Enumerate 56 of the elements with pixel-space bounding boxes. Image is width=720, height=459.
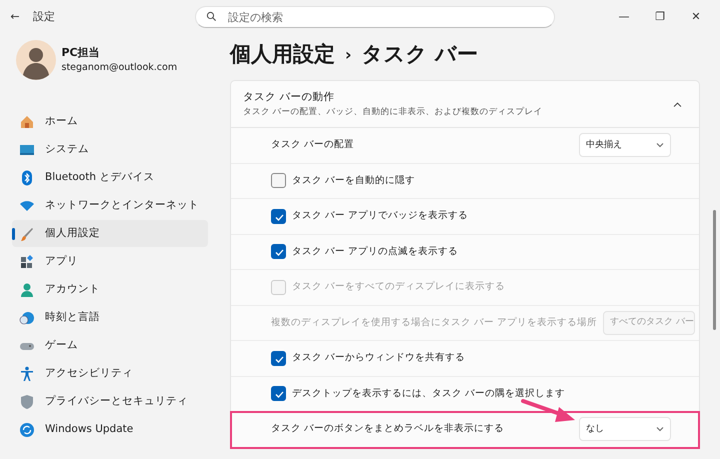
checkbox[interactable] bbox=[271, 386, 286, 402]
shield-icon bbox=[19, 394, 35, 410]
checkbox-label: デスクトップを表示するには、タスク バーの隅を選択します bbox=[292, 386, 566, 401]
sidebar-item[interactable]: アクセシビリティ bbox=[12, 360, 208, 387]
sidebar-item[interactable]: ゲーム bbox=[12, 332, 208, 359]
checkbox-label: タスク バーをすべてのディスプレイに表示する bbox=[292, 280, 506, 294]
checkbox[interactable] bbox=[271, 350, 286, 366]
sidebar-item[interactable]: 個人用設定 bbox=[12, 220, 208, 247]
search-field[interactable]: 設定の検索 bbox=[194, 6, 555, 28]
minimize-button[interactable]: — bbox=[606, 8, 642, 26]
account-email: steganom@outlook.com bbox=[62, 61, 178, 76]
sidebar-item[interactable]: 時刻と言語 bbox=[12, 304, 208, 331]
back-button[interactable]: ← bbox=[0, 8, 30, 26]
checkbox[interactable] bbox=[271, 208, 286, 224]
refresh-icon bbox=[19, 422, 35, 438]
sidebar-item[interactable]: ホーム bbox=[12, 108, 208, 135]
avatar-icon bbox=[16, 40, 56, 80]
bluetooth-icon bbox=[19, 170, 35, 186]
home-icon bbox=[19, 114, 35, 130]
person-icon bbox=[19, 282, 35, 298]
sidebar-item[interactable]: アプリ bbox=[12, 248, 208, 275]
sidebar-item[interactable]: Windows Update bbox=[12, 416, 208, 443]
dropdown[interactable]: 中央揃え bbox=[579, 133, 671, 158]
checkbox-label: タスク バーを自動的に隠す bbox=[292, 174, 416, 188]
checkbox[interactable] bbox=[271, 173, 286, 188]
chevron-down-icon bbox=[656, 425, 664, 434]
checkbox[interactable] bbox=[271, 244, 286, 260]
restore-button[interactable]: ❐ bbox=[642, 8, 678, 26]
apps-icon bbox=[19, 254, 35, 270]
window-title: 設定 bbox=[32, 8, 55, 25]
sidebar-item[interactable]: アカウント bbox=[12, 276, 208, 303]
checkbox-label: タスク バー アプリでバッジを表示する bbox=[292, 209, 468, 224]
breadcrumb-separator: › bbox=[345, 44, 352, 66]
setting-label: タスク バーのボタンをまとめラベルを非表示にする bbox=[271, 422, 506, 436]
section-header[interactable]: タスク バーの動作 タスク バーの配置、バッジ、自動的に非表示、および複数のディスプレイ bbox=[231, 81, 699, 128]
search-icon bbox=[206, 11, 217, 22]
accessibility-icon bbox=[19, 366, 35, 382]
globe-clock-icon bbox=[19, 310, 35, 326]
dropdown[interactable]: なし bbox=[579, 417, 671, 442]
page-title: タスク バー bbox=[362, 41, 478, 68]
sidebar-item[interactable]: ネットワークとインターネット bbox=[12, 192, 208, 219]
setting-label: タスク バーの配置 bbox=[271, 138, 356, 152]
section-subtitle: タスク バーの配置、バッジ、自動的に非表示、および複数のディスプレイ bbox=[243, 106, 544, 118]
scrollbar[interactable] bbox=[713, 210, 716, 330]
sidebar-item[interactable]: Bluetooth とデバイス bbox=[12, 164, 208, 191]
setting-label: 複数のディスプレイを使用する場合にタスク バー アプリを表示する場所 bbox=[271, 316, 598, 330]
section-title: タスク バーの動作 bbox=[243, 90, 336, 105]
account-name: PC担当 bbox=[62, 44, 101, 61]
checkbox-label: タスク バーからウィンドウを共有する bbox=[292, 351, 466, 366]
breadcrumb-link[interactable]: 個人用設定 bbox=[230, 39, 335, 71]
brush-icon bbox=[19, 226, 35, 242]
chevron-down-icon bbox=[656, 141, 664, 150]
sidebar-item[interactable]: システム bbox=[12, 136, 208, 163]
checkbox-label: タスク バー アプリの点滅を表示する bbox=[292, 244, 458, 259]
sidebar-item[interactable]: プライバシーとセキュリティ bbox=[12, 388, 208, 415]
close-button[interactable]: ✕ bbox=[678, 8, 714, 26]
